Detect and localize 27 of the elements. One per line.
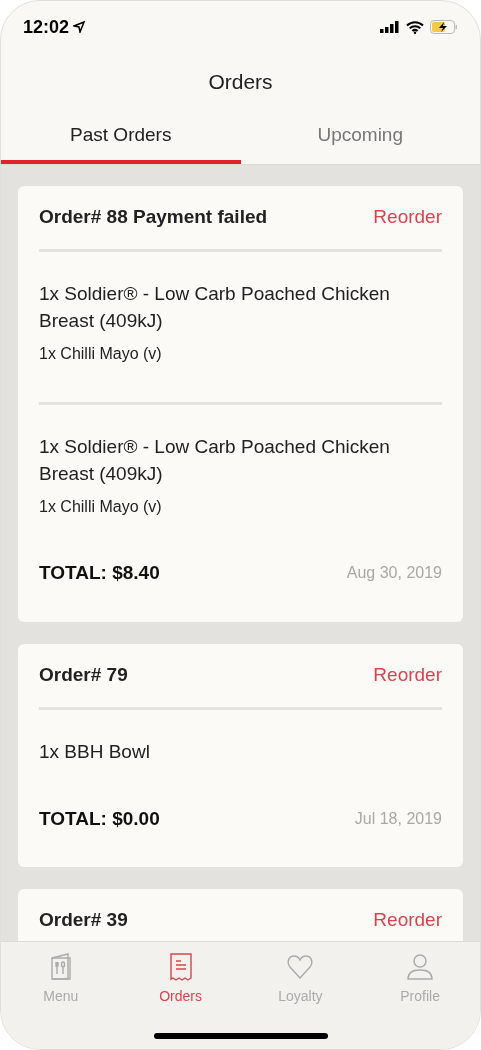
signal-icon [380, 21, 400, 33]
status-time: 12:02 [23, 15, 70, 39]
order-title: Order# 88 Payment failed [39, 205, 268, 230]
tab[interactable]: Upcoming [240, 111, 480, 164]
order-total: TOTAL: $8.40 [39, 561, 160, 585]
reorder-button[interactable]: Reorder [373, 203, 442, 232]
page-title: Orders [208, 69, 273, 96]
reorder-button[interactable]: Reorder [373, 906, 442, 935]
order-title: Order# 39 [39, 908, 128, 933]
item-name: 1x BBH Bowl [39, 739, 151, 764]
wifi-icon [406, 20, 424, 34]
reorder-button[interactable]: Reorder [373, 660, 442, 690]
item-name: 1x Soldier® - Low Carb Poached Chicken Breast (409kJ) [39, 435, 391, 486]
nav-tab[interactable]: Orders [120, 952, 241, 1007]
location-arrow-icon [73, 21, 86, 33]
battery-charging-icon [430, 20, 458, 34]
heart-icon [286, 952, 315, 982]
item-name: 1x Soldier® - Low Carb Poached Chicken Breast (409kJ) [39, 282, 391, 333]
order-title: Order# 79 [39, 662, 128, 687]
nav-tab[interactable]: Menu [1, 952, 121, 1007]
order-date: Aug 30, 2019 [346, 563, 442, 584]
item-modifier: 1x Chilli Mayo (v) [39, 344, 163, 364]
profile-icon [406, 952, 435, 982]
order-date: Jul 18, 2019 [354, 808, 442, 829]
item-modifier: 1x Chilli Mayo (v) [39, 497, 163, 517]
order-total: TOTAL: $0.00 [39, 806, 160, 831]
nav-tab[interactable]: Loyalty [240, 952, 361, 1007]
